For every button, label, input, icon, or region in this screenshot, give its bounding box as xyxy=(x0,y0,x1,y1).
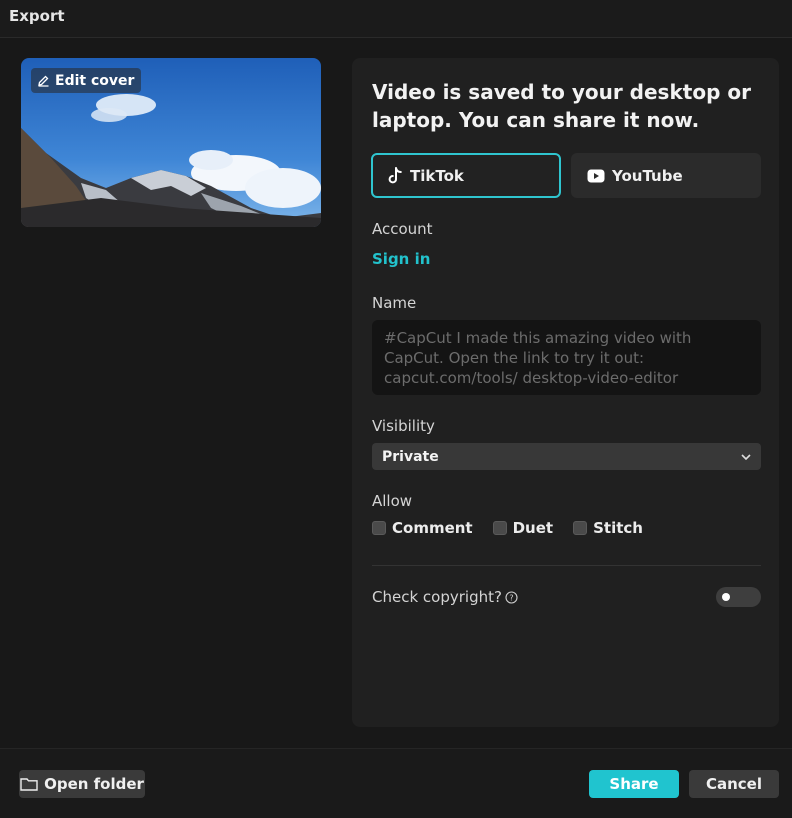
allow-label: Allow xyxy=(372,492,413,510)
share-button[interactable]: Share xyxy=(589,770,679,798)
footer-bar: Open folder Share Cancel xyxy=(0,748,792,818)
video-cover-thumbnail[interactable]: Edit cover xyxy=(21,58,321,227)
visibility-label: Visibility xyxy=(372,417,435,435)
title-bar: Export xyxy=(0,0,792,38)
visibility-select[interactable]: Private xyxy=(372,443,761,470)
edit-cover-button[interactable]: Edit cover xyxy=(31,68,142,93)
open-folder-label: Open folder xyxy=(44,775,144,793)
window-title: Export xyxy=(9,7,65,25)
help-icon[interactable]: ? xyxy=(505,590,518,604)
allow-comment-checkbox[interactable]: Comment xyxy=(372,519,473,537)
allow-options: Comment Duet Stitch xyxy=(372,519,643,537)
check-copyright-toggle[interactable] xyxy=(716,587,761,607)
tab-tiktok-label: TikTok xyxy=(410,166,464,185)
allow-duet-checkbox[interactable]: Duet xyxy=(492,519,554,537)
toggle-knob xyxy=(722,593,730,601)
divider xyxy=(372,565,761,566)
folder-icon xyxy=(20,778,38,791)
allow-duet-label: Duet xyxy=(512,519,554,537)
share-headline: Video is saved to your desktop or laptop… xyxy=(372,80,751,132)
youtube-icon xyxy=(587,169,605,182)
tiktok-icon xyxy=(388,166,402,183)
visibility-value: Private xyxy=(382,448,439,465)
check-copyright-label: Check copyright? xyxy=(372,588,502,606)
tab-youtube-label: YouTube xyxy=(612,166,683,185)
share-panel: Video is saved to your desktop or laptop… xyxy=(352,58,779,727)
open-folder-button[interactable]: Open folder xyxy=(19,770,145,798)
account-label: Account xyxy=(372,220,433,238)
svg-text:?: ? xyxy=(509,593,513,602)
tab-youtube[interactable]: YouTube xyxy=(571,153,761,198)
check-copyright-row: Check copyright? ? xyxy=(372,588,518,606)
cancel-button[interactable]: Cancel xyxy=(689,770,779,798)
checkbox-box xyxy=(573,521,588,535)
allow-stitch-label: Stitch xyxy=(593,519,643,537)
checkbox-box xyxy=(492,521,507,535)
tab-tiktok[interactable]: TikTok xyxy=(371,153,561,198)
checkbox-box xyxy=(372,521,386,535)
chevron-down-icon xyxy=(741,453,751,460)
sign-in-link[interactable]: Sign in xyxy=(372,250,430,268)
allow-stitch-checkbox[interactable]: Stitch xyxy=(573,519,643,537)
allow-comment-label: Comment xyxy=(392,519,473,537)
pencil-icon xyxy=(38,75,49,87)
edit-cover-label: Edit cover xyxy=(55,72,135,89)
name-input[interactable]: #CapCut I made this amazing video with C… xyxy=(372,320,761,395)
name-label: Name xyxy=(372,294,417,312)
